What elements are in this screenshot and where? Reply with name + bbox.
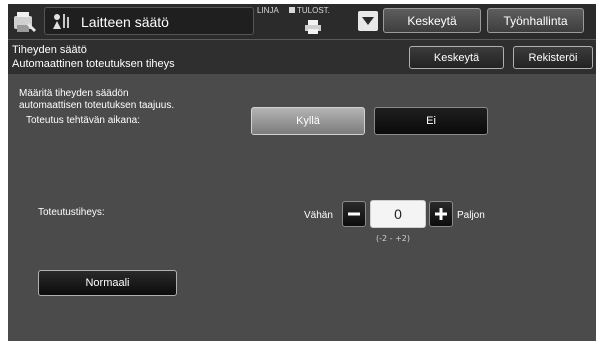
print-status-square-icon [289, 7, 295, 13]
printer-job-icon [305, 20, 321, 34]
description-line-2: automaattisen toteutuksen taajuus. [19, 100, 175, 111]
screen-title: Laitteen säätö [81, 14, 169, 30]
description-line-1: Määritä tiheyden säädön [19, 88, 129, 99]
device-settings-icon[interactable] [12, 9, 38, 35]
minus-icon [348, 212, 360, 216]
breadcrumb-subtitle: Automaattinen toteutuksen tiheys [12, 58, 175, 70]
execution-during-job-label: Toteutus tehtävän aikana: [26, 115, 140, 126]
pause-button-top[interactable]: Keskeytä [383, 8, 481, 33]
status-dropdown-button[interactable] [358, 11, 378, 31]
top-status-bar: Laitteen säätö LINJA TULOST. Keskeytä Ty… [8, 4, 596, 39]
normal-reset-button[interactable]: Normaali [38, 270, 177, 296]
value-range-hint: (-2 - +2) [376, 234, 410, 243]
yes-option-button[interactable]: Kyllä [251, 107, 365, 135]
breadcrumb-title: Tiheyden säätö [12, 44, 87, 56]
execution-frequency-label: Toteutustiheys: [38, 207, 105, 218]
chevron-down-icon [362, 17, 374, 25]
plus-icon [435, 208, 447, 220]
print-indicator: TULOST. [289, 6, 330, 15]
print-indicator-label: TULOST. [297, 6, 330, 15]
register-button[interactable]: Rekisteröi [513, 46, 593, 69]
more-label: Paljon [457, 210, 485, 221]
no-option-button[interactable]: Ei [374, 107, 488, 135]
frequency-value-display: 0 [370, 200, 426, 228]
job-status-button[interactable]: Työnhallinta [487, 8, 584, 33]
sub-header: Tiheyden säätö Automaattinen toteutuksen… [8, 39, 596, 74]
increase-button[interactable] [429, 201, 453, 227]
screen-title-box: Laitteen säätö [44, 7, 254, 35]
device-panel: Laitteen säätö LINJA TULOST. Keskeytä Ty… [8, 4, 596, 341]
pause-button[interactable]: Keskeytä [409, 46, 504, 69]
adjustment-icon [53, 14, 69, 29]
line-indicator-label: LINJA [257, 6, 279, 15]
decrease-button[interactable] [342, 201, 366, 227]
less-label: Vähän [304, 210, 333, 221]
settings-area: Määritä tiheyden säädön automaattisen to… [8, 74, 596, 341]
line-indicator: LINJA [257, 6, 279, 15]
